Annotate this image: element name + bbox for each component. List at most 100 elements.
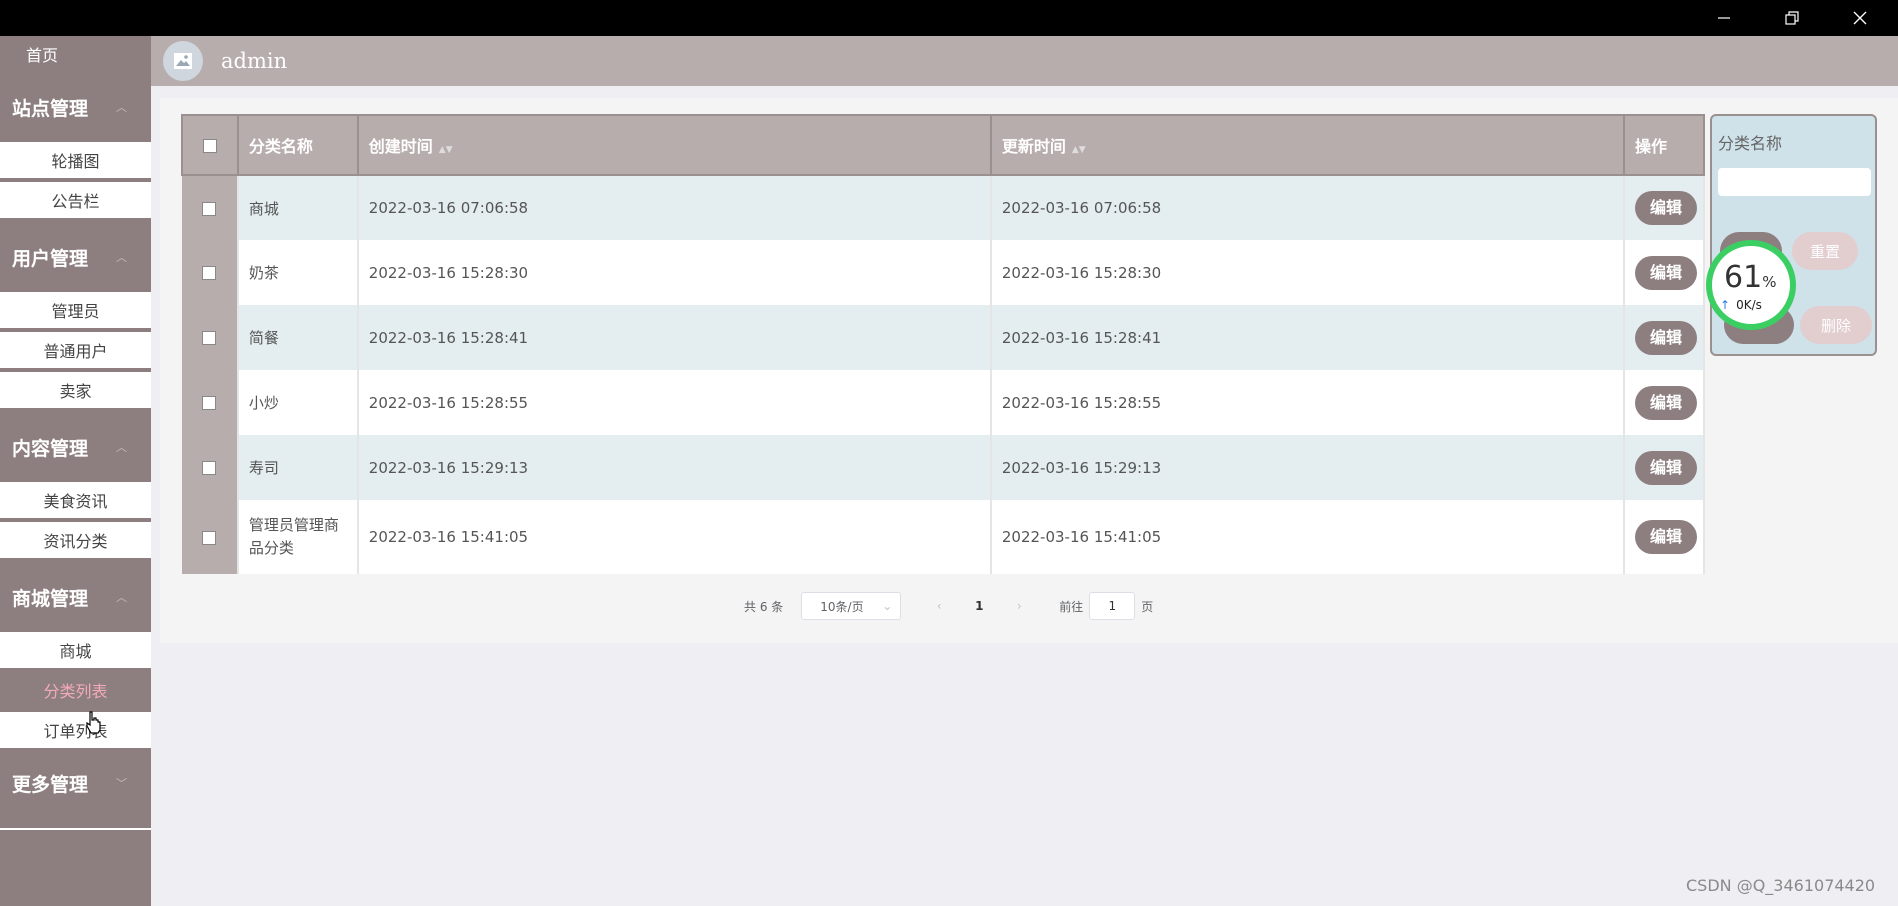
row-select-cell (182, 240, 238, 305)
edit-button[interactable]: 编辑 (1634, 450, 1697, 485)
sidebar-item-category-list[interactable]: 分类列表 (0, 672, 151, 708)
sidebar-item-food-news[interactable]: 美食资讯 (0, 482, 151, 518)
close-icon[interactable] (1826, 0, 1894, 36)
table-row: 奶茶 2022-03-16 15:28:30 2022-03-16 15:28:… (182, 240, 1706, 305)
sidebar-item-shop[interactable]: 商城 (0, 632, 151, 668)
row-checkbox[interactable] (202, 396, 217, 410)
sidebar: 首页 站点管理 ︿ 轮播图 公告栏 用户管理 ︿ 管理员 普通用户 卖家 内容管… (0, 36, 151, 906)
search-input[interactable] (1718, 168, 1871, 196)
cell-action: 编辑 (1622, 175, 1706, 240)
cell-name: 简餐 (236, 305, 359, 370)
edit-button[interactable]: 编辑 (1634, 191, 1697, 225)
chevron-up-icon: ︿ (116, 251, 127, 264)
row-select-cell (182, 435, 238, 500)
page-number[interactable]: 1 (964, 592, 995, 620)
cell-action: 编辑 (1622, 500, 1706, 574)
goto-page: 前往 1 页 (1059, 592, 1153, 620)
sidebar-item-admins[interactable]: 管理员 (0, 292, 151, 328)
sidebar-item-home[interactable]: 首页 (0, 36, 151, 72)
chevron-up-icon: ︿ (116, 591, 127, 604)
sidebar-item-carousel[interactable]: 轮播图 (0, 142, 151, 178)
column-header-name: 分类名称 (236, 114, 359, 176)
goto-label: 前往 (1059, 599, 1084, 614)
table-header-row: 分类名称 创建时间 ▲▼ 更新时间 ▲▼ 操作 (181, 114, 1706, 176)
row-select-cell (182, 175, 238, 240)
cell-created: 2022-03-16 15:28:55 (356, 370, 992, 435)
sidebar-group-label: 更多管理 (12, 773, 89, 796)
column-header-action: 操作 (1622, 114, 1706, 176)
table-row: 小炒 2022-03-16 15:28:55 2022-03-16 15:28:… (182, 370, 1706, 435)
column-header-created[interactable]: 创建时间 ▲▼ (356, 114, 992, 176)
sidebar-group-site[interactable]: 站点管理 ︿ (0, 72, 151, 142)
sort-icon[interactable]: ▲▼ (439, 145, 453, 155)
cell-action: 编辑 (1622, 435, 1706, 500)
row-checkbox[interactable] (202, 461, 217, 475)
cell-name: 寿司 (236, 435, 359, 500)
sidebar-group-users[interactable]: 用户管理 ︿ (0, 222, 151, 292)
username[interactable]: admin (221, 49, 287, 73)
pagination: 共 6 条 10条/页 ⌄ ‹ 1 › 前往 1 页 (744, 592, 1153, 620)
pagination-total: 共 6 条 (744, 599, 784, 614)
select-all-checkbox[interactable] (202, 139, 217, 153)
delete-button[interactable]: 删除 (1800, 306, 1872, 344)
reset-button[interactable]: 重置 (1792, 232, 1858, 270)
row-checkbox[interactable] (202, 266, 217, 280)
sidebar-group-more[interactable]: 更多管理 ﹀ (0, 752, 151, 814)
select-all-cell (181, 114, 239, 176)
sidebar-group-label: 商城管理 (12, 587, 89, 610)
network-speed-widget[interactable]: 61% ↑ 0K/s (1706, 240, 1796, 330)
edit-button[interactable]: 编辑 (1634, 320, 1697, 355)
edit-button[interactable]: 编辑 (1634, 520, 1697, 554)
goto-suffix: 页 (1141, 599, 1154, 614)
chevron-up-icon: ︿ (116, 441, 127, 454)
restore-icon[interactable] (1758, 0, 1826, 36)
sidebar-item-sellers[interactable]: 卖家 (0, 372, 151, 408)
sidebar-item-news-category[interactable]: 资讯分类 (0, 522, 151, 558)
top-header: admin (151, 36, 1898, 86)
sidebar-group-content[interactable]: 内容管理 ︿ (0, 412, 151, 482)
edit-button[interactable]: 编辑 (1634, 385, 1697, 420)
cell-updated: 2022-03-16 07:06:58 (989, 175, 1625, 240)
cell-created: 2022-03-16 15:28:30 (356, 240, 992, 305)
sidebar-group-label: 站点管理 (12, 97, 89, 120)
sort-icon[interactable]: ▲▼ (1072, 145, 1086, 155)
minimize-icon[interactable] (1690, 0, 1758, 36)
cell-name: 商城 (236, 175, 359, 240)
sidebar-group-shop[interactable]: 商城管理 ︿ (0, 562, 151, 632)
row-checkbox[interactable] (202, 530, 217, 545)
image-icon (174, 53, 192, 69)
cell-name: 小炒 (236, 370, 359, 435)
cell-action: 编辑 (1622, 240, 1706, 305)
cell-name: 奶茶 (236, 240, 359, 305)
cell-created: 2022-03-16 15:29:13 (356, 435, 992, 500)
cell-name: 管理员管理商品分类 (236, 500, 359, 574)
column-header-updated[interactable]: 更新时间 ▲▼ (989, 114, 1625, 176)
window-titlebar (0, 0, 1898, 36)
table-row: 商城 2022-03-16 07:06:58 2022-03-16 07:06:… (182, 175, 1706, 240)
sidebar-item-regular-users[interactable]: 普通用户 (0, 332, 151, 368)
sidebar-item-order-list[interactable]: 订单列表 (0, 712, 151, 748)
row-checkbox[interactable] (202, 201, 217, 216)
category-table: 分类名称 创建时间 ▲▼ 更新时间 ▲▼ 操作 商城 2022-03-16 07:0… (181, 114, 1706, 574)
next-page-button[interactable]: › (1004, 592, 1035, 620)
hand-cursor-icon (86, 711, 101, 734)
cell-updated: 2022-03-16 15:28:30 (989, 240, 1625, 305)
cell-created: 2022-03-16 07:06:58 (356, 175, 992, 240)
row-checkbox[interactable] (202, 331, 217, 345)
cell-updated: 2022-03-16 15:28:41 (989, 305, 1625, 370)
row-select-cell (182, 370, 238, 435)
prev-page-button[interactable]: ‹ (924, 592, 955, 620)
row-select-cell (182, 305, 238, 370)
cell-updated: 2022-03-16 15:28:55 (989, 370, 1625, 435)
goto-page-input[interactable]: 1 (1089, 592, 1136, 620)
table-row: 寿司 2022-03-16 15:29:13 2022-03-16 15:29:… (182, 435, 1706, 500)
page-size-select[interactable]: 10条/页 ⌄ (801, 592, 902, 620)
sidebar-item-notice[interactable]: 公告栏 (0, 182, 151, 218)
cell-action: 编辑 (1622, 370, 1706, 435)
cell-created: 2022-03-16 15:41:05 (356, 500, 992, 574)
edit-button[interactable]: 编辑 (1634, 255, 1697, 290)
speed-percent: 61% (1724, 260, 1777, 295)
chevron-down-icon: ⌄ (882, 599, 893, 613)
chevron-down-icon: ﹀ (116, 777, 127, 790)
avatar[interactable] (163, 41, 203, 81)
